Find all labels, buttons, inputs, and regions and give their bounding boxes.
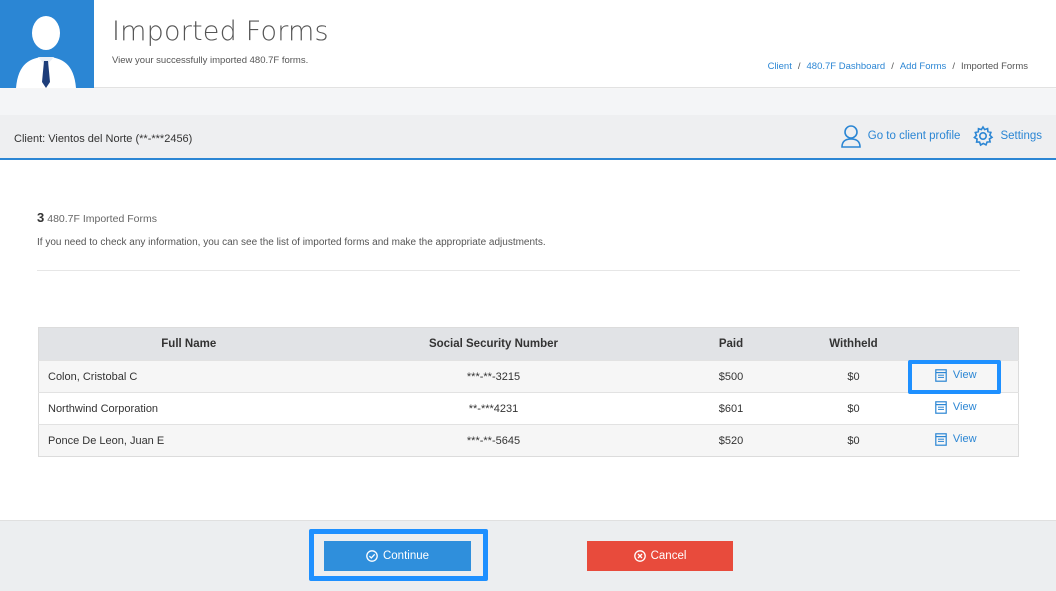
cancel-label: Cancel <box>650 550 687 562</box>
page-subtitle: View your successfully imported 480.7F f… <box>112 55 309 66</box>
cell-full-name: Colon, Cristobal C <box>38 360 339 393</box>
gear-icon <box>973 125 994 147</box>
table-row: Colon, Cristobal C ***-**-3215 $500 $0 V… <box>38 360 1019 393</box>
cell-paid: $520 <box>648 424 814 457</box>
client-label: Client: Vientos del Norte (**-***2456) <box>14 133 193 145</box>
column-header-withheld: Withheld <box>813 327 894 361</box>
user-avatar-icon <box>0 0 94 88</box>
column-header-full-name: Full Name <box>38 327 339 361</box>
continue-button[interactable]: Continue <box>324 541 471 571</box>
settings-link[interactable]: Settings <box>972 125 1042 147</box>
cancel-button[interactable]: Cancel <box>587 541 733 571</box>
cell-full-name: Northwind Corporation <box>38 392 339 425</box>
info-text: If you need to check any information, yo… <box>37 237 546 248</box>
view-form-label: View <box>952 369 977 381</box>
cell-withheld: $0 <box>813 360 894 393</box>
header-spacer <box>0 89 1056 115</box>
column-header-action <box>893 327 1019 361</box>
client-actions: Go to client profile Settings <box>840 124 1042 148</box>
cell-ssn: ***-**-3215 <box>338 360 649 393</box>
cell-withheld: $0 <box>813 392 894 425</box>
view-form-link[interactable]: View <box>935 368 977 382</box>
imported-count-number: 3 <box>37 210 45 225</box>
cell-withheld: $0 <box>813 424 894 457</box>
x-circle-icon <box>633 550 646 562</box>
form-icon <box>935 432 947 446</box>
imported-count: 3 480.7F Imported Forms <box>37 210 157 225</box>
divider <box>37 270 1020 271</box>
settings-label: Settings <box>1000 130 1042 142</box>
breadcrumb-add-forms[interactable]: Add Forms <box>900 61 946 72</box>
table-row: Northwind Corporation **-***4231 $601 $0… <box>38 392 1019 425</box>
imported-forms-table: Full Name Social Security Number Paid Wi… <box>38 327 1019 457</box>
imported-count-label: 480.7F Imported Forms <box>47 213 157 225</box>
column-header-ssn: Social Security Number <box>338 327 649 361</box>
go-to-client-profile-label: Go to client profile <box>867 130 961 142</box>
breadcrumb-separator: / <box>891 61 894 72</box>
cell-ssn: ***-**-5645 <box>338 424 649 457</box>
breadcrumb: Client / 480.7F Dashboard / Add Forms / Import… <box>768 61 1028 72</box>
cell-ssn: **-***4231 <box>338 392 649 425</box>
breadcrumb-separator: / <box>797 61 801 72</box>
form-icon <box>935 368 947 382</box>
breadcrumb-separator: / <box>952 61 955 72</box>
check-circle-icon <box>366 550 378 562</box>
column-header-paid: Paid <box>648 327 814 361</box>
table-row: Ponce De Leon, Juan E ***-**-5645 $520 $… <box>38 424 1019 457</box>
footer-bar <box>0 520 1056 591</box>
view-form-link[interactable]: View <box>935 432 977 446</box>
view-form-link[interactable]: View <box>935 400 977 414</box>
breadcrumb-current: Imported Forms <box>960 61 1028 72</box>
form-icon <box>935 400 947 414</box>
view-form-label: View <box>952 401 977 413</box>
breadcrumb-dashboard[interactable]: 480.7F Dashboard <box>807 61 886 72</box>
cell-paid: $500 <box>648 360 814 393</box>
view-form-label: View <box>952 433 977 445</box>
continue-label: Continue <box>382 550 430 562</box>
page-header: Imported Forms View your successfully im… <box>0 0 1056 88</box>
page-title: Imported Forms <box>112 16 329 47</box>
client-bar: Client: Vientos del Norte (**-***2456) G… <box>0 115 1056 160</box>
table-header-row: Full Name Social Security Number Paid Wi… <box>38 327 1019 361</box>
cell-full-name: Ponce De Leon, Juan E <box>38 424 339 457</box>
breadcrumb-client[interactable]: Client <box>768 61 792 72</box>
go-to-client-profile-link[interactable]: Go to client profile <box>840 124 961 148</box>
cell-paid: $601 <box>648 392 814 425</box>
user-icon <box>840 125 861 148</box>
